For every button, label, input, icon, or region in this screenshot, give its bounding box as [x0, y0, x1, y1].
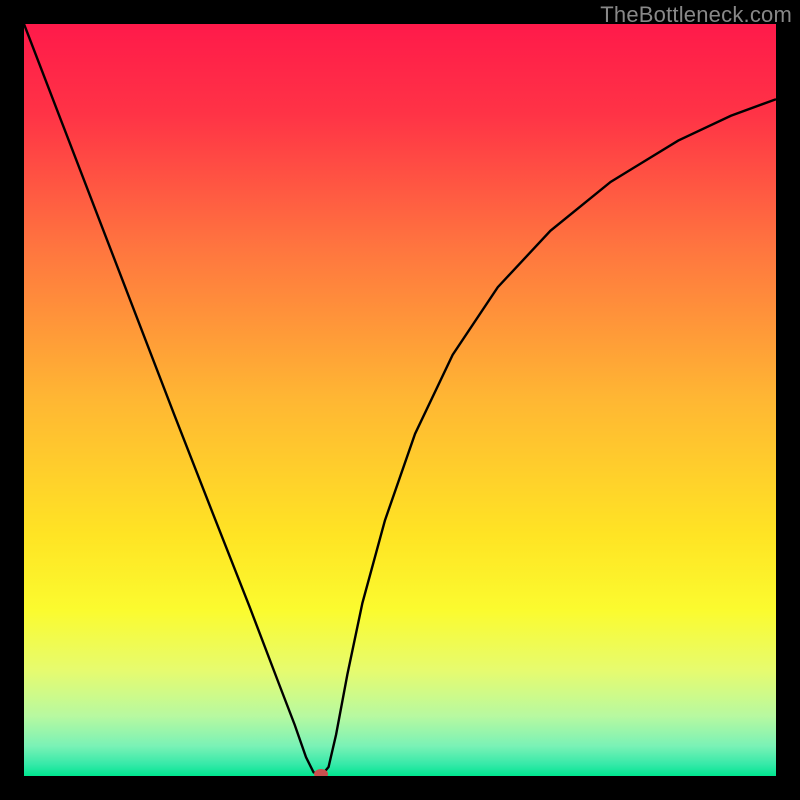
chart-svg	[24, 24, 776, 776]
gradient-background	[24, 24, 776, 776]
plot-area	[24, 24, 776, 776]
chart-container: TheBottleneck.com	[0, 0, 800, 800]
